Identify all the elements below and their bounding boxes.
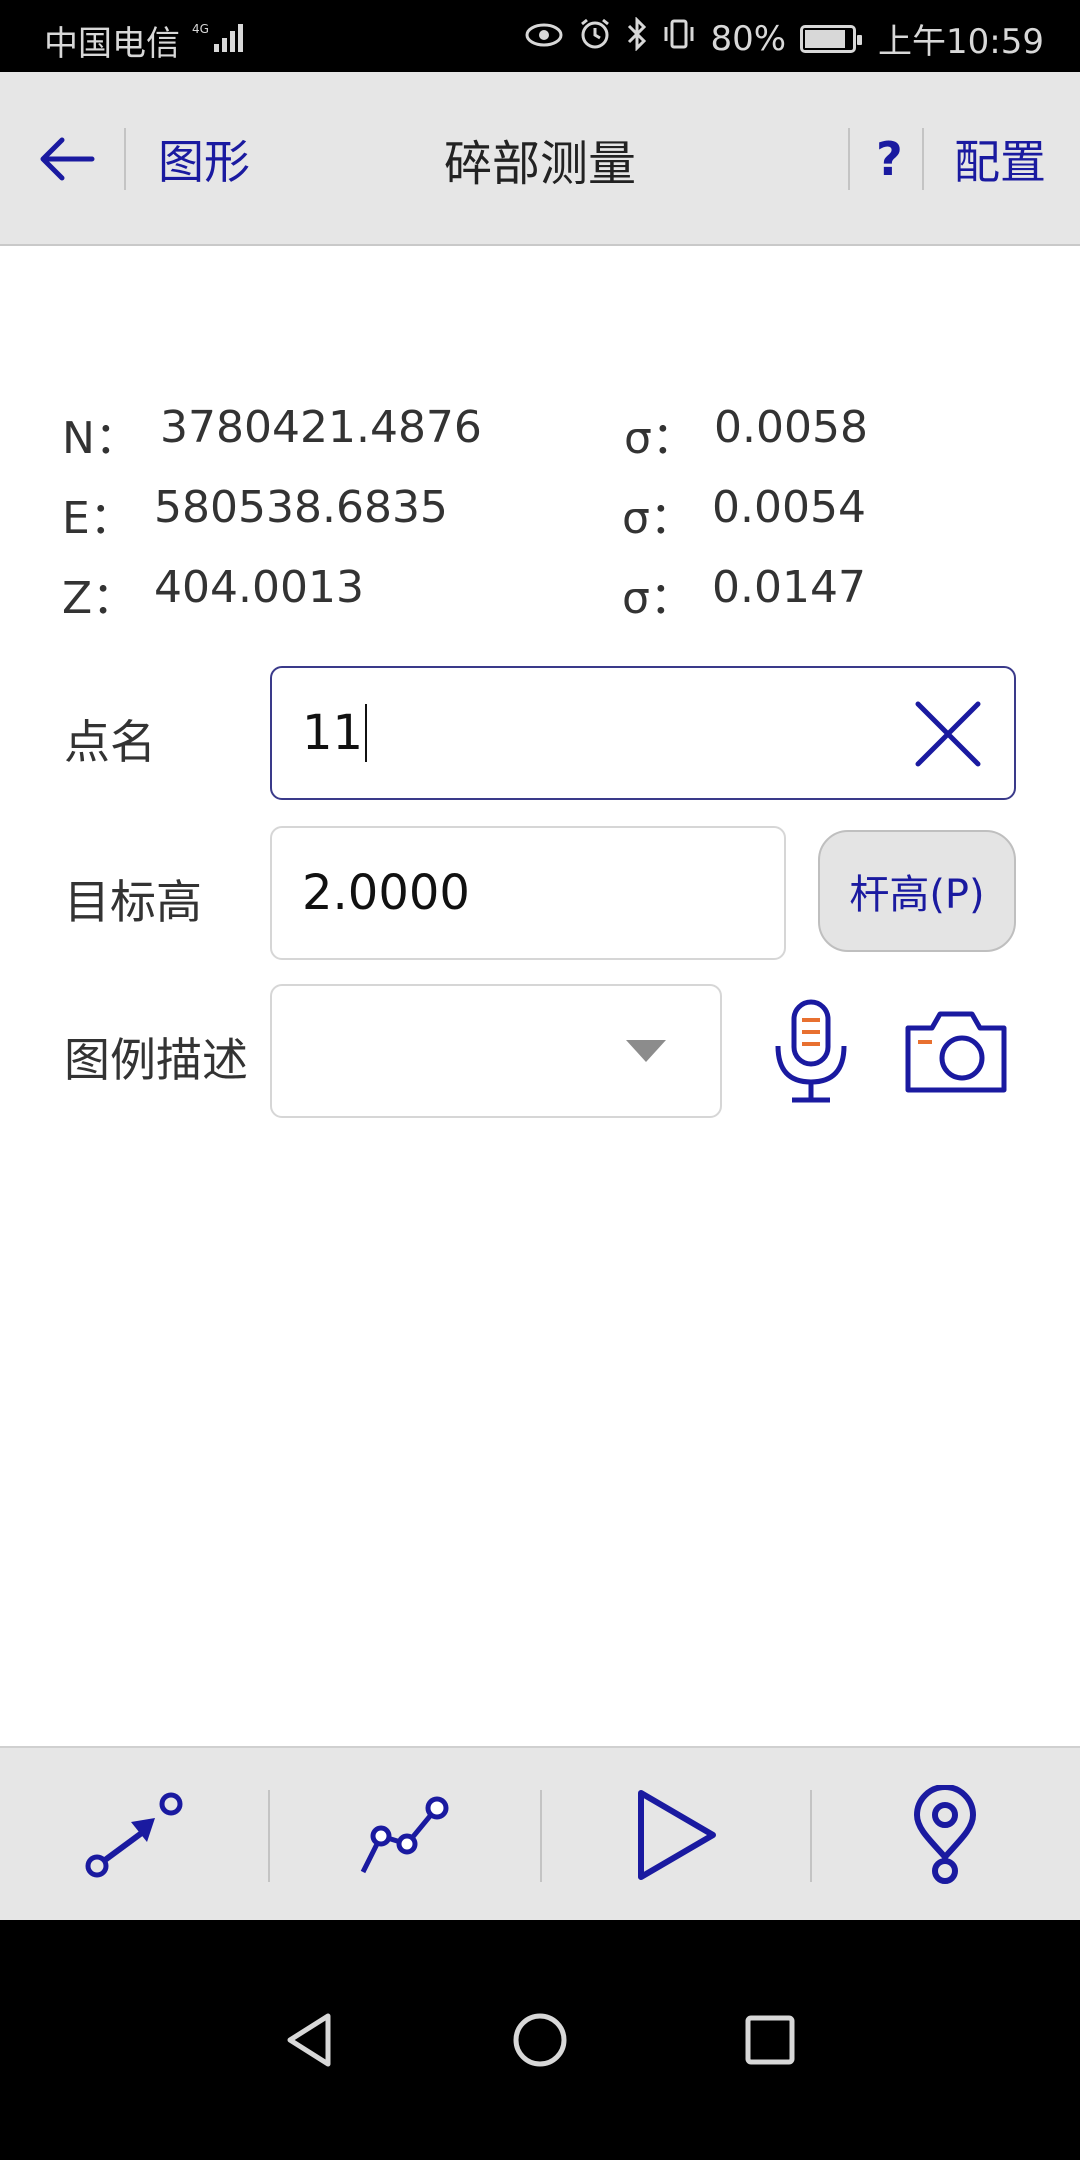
carrier-name: 中国电信 bbox=[44, 24, 180, 64]
signal-icon: 4G bbox=[192, 20, 248, 63]
n-sigma-value: 0.0058 bbox=[714, 402, 868, 453]
point-name-value: 11 bbox=[302, 705, 364, 761]
alarm-icon bbox=[578, 17, 612, 60]
location-pin-icon bbox=[913, 1785, 977, 1884]
legend-select[interactable] bbox=[270, 984, 722, 1118]
close-icon bbox=[915, 701, 981, 767]
legend-label: 图例描述 bbox=[64, 1033, 248, 1087]
location-button[interactable] bbox=[810, 1748, 1080, 1922]
z-sigma-value: 0.0147 bbox=[712, 562, 866, 613]
microphone-icon bbox=[775, 999, 847, 1103]
n-label: N： bbox=[62, 413, 139, 464]
nav-recents-button[interactable] bbox=[700, 1920, 840, 2160]
config-button[interactable]: 配置 bbox=[954, 72, 1046, 246]
point-name-field[interactable]: 11 bbox=[270, 666, 1016, 800]
divider bbox=[848, 128, 850, 190]
svg-text:4G: 4G bbox=[192, 22, 209, 36]
e-value: 580538.6835 bbox=[154, 482, 448, 533]
n-value: 3780421.4876 bbox=[160, 402, 482, 453]
camera-icon bbox=[905, 1011, 1007, 1093]
polyline-icon bbox=[360, 1796, 449, 1874]
point-name-label: 点名 bbox=[64, 715, 156, 769]
divider bbox=[922, 128, 924, 190]
divider bbox=[124, 128, 126, 190]
n-sigma-label: σ： bbox=[624, 413, 696, 464]
e-label: E： bbox=[62, 493, 134, 544]
target-height-label: 目标高 bbox=[64, 875, 202, 929]
battery-icon bbox=[800, 24, 863, 53]
home-circle-icon bbox=[513, 2013, 567, 2067]
clock-time: 上午10:59 bbox=[878, 22, 1044, 62]
e-sigma-label: σ： bbox=[622, 493, 694, 544]
z-value: 404.0013 bbox=[154, 562, 364, 613]
back-button[interactable] bbox=[36, 72, 106, 246]
graphics-button[interactable]: 图形 bbox=[158, 72, 250, 246]
vibrate-icon bbox=[662, 17, 696, 60]
e-sigma-value: 0.0054 bbox=[712, 482, 866, 533]
status-bar: 中国电信 4G 80% 上午10:59 bbox=[0, 0, 1080, 72]
pole-height-button[interactable]: 杆高(P) bbox=[818, 830, 1016, 952]
bottom-toolbar bbox=[0, 1746, 1080, 1920]
nav-back-button[interactable] bbox=[240, 1920, 380, 2160]
eye-icon bbox=[524, 19, 564, 59]
z-label: Z： bbox=[62, 573, 137, 624]
system-nav-bar bbox=[0, 1920, 1080, 2160]
survey-point-icon bbox=[85, 1792, 183, 1878]
target-height-field[interactable]: 2.0000 bbox=[270, 826, 786, 960]
help-button[interactable]: ? bbox=[876, 72, 903, 246]
recents-square-icon bbox=[745, 2015, 795, 2065]
nav-home-button[interactable] bbox=[470, 1920, 610, 2160]
voice-input-button[interactable] bbox=[766, 996, 856, 1106]
battery-percent: 80% bbox=[710, 18, 787, 59]
bluetooth-icon bbox=[626, 16, 648, 60]
clear-button[interactable] bbox=[908, 694, 988, 774]
target-height-value: 2.0000 bbox=[302, 865, 470, 921]
play-button[interactable] bbox=[540, 1748, 810, 1922]
survey-point-button[interactable] bbox=[0, 1748, 270, 1922]
dropdown-arrow-icon bbox=[626, 1040, 666, 1062]
back-triangle-icon bbox=[287, 2013, 331, 2067]
polyline-button[interactable] bbox=[270, 1748, 540, 1922]
z-sigma-label: σ： bbox=[622, 573, 694, 624]
camera-button[interactable] bbox=[902, 1006, 1010, 1096]
app-header: 碎部测量 图形 ? 配置 bbox=[0, 72, 1080, 246]
arrow-left-icon bbox=[40, 137, 95, 181]
play-icon bbox=[638, 1790, 716, 1880]
text-cursor bbox=[365, 704, 368, 762]
